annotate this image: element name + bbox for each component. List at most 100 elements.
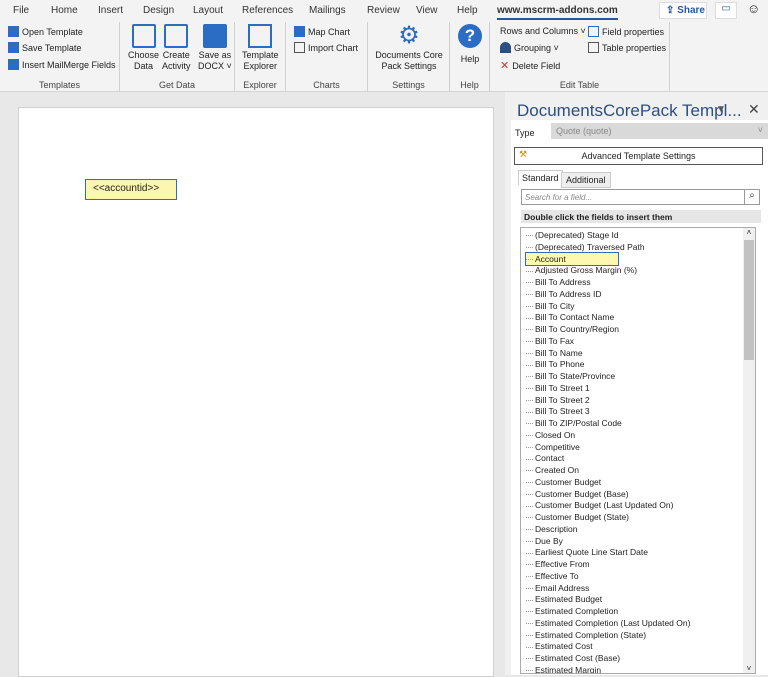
template-explorer-button[interactable]: Template Explorer: [242, 24, 279, 72]
search-input[interactable]: Search for a field...: [521, 189, 745, 205]
field-item[interactable]: Estimated Cost: [526, 640, 593, 652]
delete-icon: ✕: [500, 60, 510, 72]
tab-file[interactable]: File: [13, 5, 29, 16]
field-item[interactable]: Bill To Name: [526, 347, 583, 359]
field-properties-button[interactable]: Field properties: [588, 26, 664, 37]
save-template-icon: [8, 42, 19, 53]
ribbon-tabs: File Home Insert Design Layout Reference…: [0, 0, 768, 22]
field-item[interactable]: Bill To City: [526, 300, 575, 312]
label: Explorer: [243, 61, 278, 71]
field-item[interactable]: Customer Budget (Base): [526, 488, 629, 500]
field-item[interactable]: Customer Budget (Last Updated On): [526, 499, 673, 511]
tab-home[interactable]: Home: [51, 5, 78, 16]
create-activity-button[interactable]: Create Activity: [162, 24, 191, 72]
field-item[interactable]: Adjusted Gross Margin (%): [526, 264, 637, 276]
comment-icon[interactable]: ▭: [715, 2, 737, 19]
advanced-template-settings-button[interactable]: ⚒ Advanced Template Settings: [514, 147, 763, 165]
tab-help[interactable]: Help: [457, 5, 478, 16]
pane-menu-icon[interactable]: ▼: [716, 104, 726, 115]
type-value: Quote (quote): [556, 126, 612, 136]
field-item[interactable]: Customer Budget: [526, 476, 601, 488]
grouping-button[interactable]: Grouping ˅: [500, 42, 559, 53]
tab-design[interactable]: Design: [143, 5, 174, 16]
save-template-button[interactable]: Save Template: [8, 42, 81, 53]
ribbon: Open Template Save Template Insert MailM…: [0, 22, 768, 92]
field-item[interactable]: (Deprecated) Stage Id: [526, 229, 619, 241]
scroll-down-icon[interactable]: ˅: [743, 664, 755, 673]
share-button[interactable]: ⇪ Share: [659, 2, 707, 19]
tab-review[interactable]: Review: [367, 5, 400, 16]
grouping-icon: [500, 42, 511, 53]
chevron-down-icon: ˅: [757, 125, 763, 135]
field-item[interactable]: Estimated Margin: [526, 664, 601, 673]
hint-text: Double click the fields to insert them: [521, 210, 761, 223]
field-item[interactable]: Bill To Street 3: [526, 405, 590, 417]
field-item[interactable]: Bill To Street 1: [526, 382, 590, 394]
scroll-thumb[interactable]: [744, 240, 754, 360]
import-chart-button[interactable]: Import Chart: [294, 42, 358, 53]
tab-additional[interactable]: Additional: [561, 172, 611, 188]
choose-data-icon: [131, 24, 156, 48]
field-item[interactable]: Competitive: [526, 441, 580, 453]
field-item[interactable]: Email Address: [526, 582, 589, 594]
field-tree[interactable]: (Deprecated) Stage Id (Deprecated) Traver…: [520, 227, 756, 674]
field-item[interactable]: Account: [525, 251, 619, 266]
field-item[interactable]: Bill To Country/Region: [526, 323, 619, 335]
table-properties-button[interactable]: Table properties: [588, 42, 666, 53]
field-item[interactable]: Closed On: [526, 429, 575, 441]
label: Save as: [198, 50, 232, 60]
floppy-icon: [202, 24, 227, 48]
tab-mailings[interactable]: Mailings: [309, 5, 346, 16]
field-item[interactable]: Bill To Street 2: [526, 394, 590, 406]
tab-layout[interactable]: Layout: [193, 5, 223, 16]
label: Choose: [128, 50, 160, 60]
type-select[interactable]: Quote (quote) ˅: [551, 123, 768, 139]
field-item[interactable]: Bill To Phone: [526, 358, 584, 370]
open-template-button[interactable]: Open Template: [8, 26, 83, 37]
help-button[interactable]: ? Help: [458, 24, 482, 65]
dcp-settings-button[interactable]: ⚙ Documents Core Pack Settings: [374, 24, 444, 72]
close-icon[interactable]: ✕: [748, 101, 760, 118]
field-item[interactable]: Estimated Completion: [526, 605, 618, 617]
scroll-up-icon[interactable]: ˄: [743, 228, 755, 237]
field-item[interactable]: Created On: [526, 464, 579, 476]
merge-field[interactable]: <<accountid>>: [85, 179, 177, 200]
help-icon: ?: [458, 24, 482, 48]
field-item[interactable]: Estimated Cost (Base): [526, 652, 620, 664]
label: Import Chart: [308, 42, 359, 53]
save-as-docx-button[interactable]: Save as DOCX ˅: [198, 24, 232, 72]
field-item[interactable]: Estimated Budget: [526, 593, 602, 605]
tab-insert[interactable]: Insert: [98, 5, 123, 16]
field-item[interactable]: Earliest Quote Line Start Date: [526, 546, 648, 558]
tab-references[interactable]: References: [242, 5, 293, 16]
field-item[interactable]: Due By: [526, 535, 563, 547]
choose-data-button[interactable]: Choose Data: [128, 24, 159, 72]
tab-view[interactable]: View: [416, 5, 438, 16]
field-item[interactable]: Bill To Address: [526, 276, 591, 288]
smiley-icon[interactable]: ☺: [747, 1, 760, 16]
scrollbar[interactable]: ˄ ˅: [743, 228, 755, 673]
field-item[interactable]: Bill To Address ID: [526, 288, 601, 300]
field-item[interactable]: (Deprecated) Traversed Path: [526, 241, 645, 253]
delete-field-button[interactable]: ✕ Delete Field: [500, 59, 560, 72]
field-item[interactable]: Estimated Completion (State): [526, 629, 646, 641]
label: Template: [242, 50, 279, 60]
document-page[interactable]: <<accountid>>: [18, 107, 494, 677]
insert-mailmerge-button[interactable]: Insert MailMerge Fields: [8, 59, 116, 70]
tab-mscrm-addons[interactable]: www.mscrm-addons.com: [497, 5, 618, 20]
map-chart-button[interactable]: Map Chart: [294, 26, 350, 37]
field-item[interactable]: Customer Budget (State): [526, 511, 629, 523]
field-item[interactable]: Bill To ZIP/Postal Code: [526, 417, 622, 429]
tab-standard[interactable]: Standard: [518, 170, 563, 185]
field-item[interactable]: Estimated Completion (Last Updated On): [526, 617, 690, 629]
map-chart-icon: [294, 26, 305, 37]
rows-columns-button[interactable]: Rows and Columns ˅: [500, 26, 586, 36]
field-item[interactable]: Bill To Fax: [526, 335, 574, 347]
field-item[interactable]: Effective From: [526, 558, 590, 570]
field-item[interactable]: Bill To State/Province: [526, 370, 615, 382]
field-item[interactable]: Contact: [526, 452, 564, 464]
field-item[interactable]: Effective To: [526, 570, 579, 582]
field-item[interactable]: Description: [526, 523, 578, 535]
field-item[interactable]: Bill To Contact Name: [526, 311, 614, 323]
search-icon[interactable]: ⌕: [744, 189, 760, 205]
